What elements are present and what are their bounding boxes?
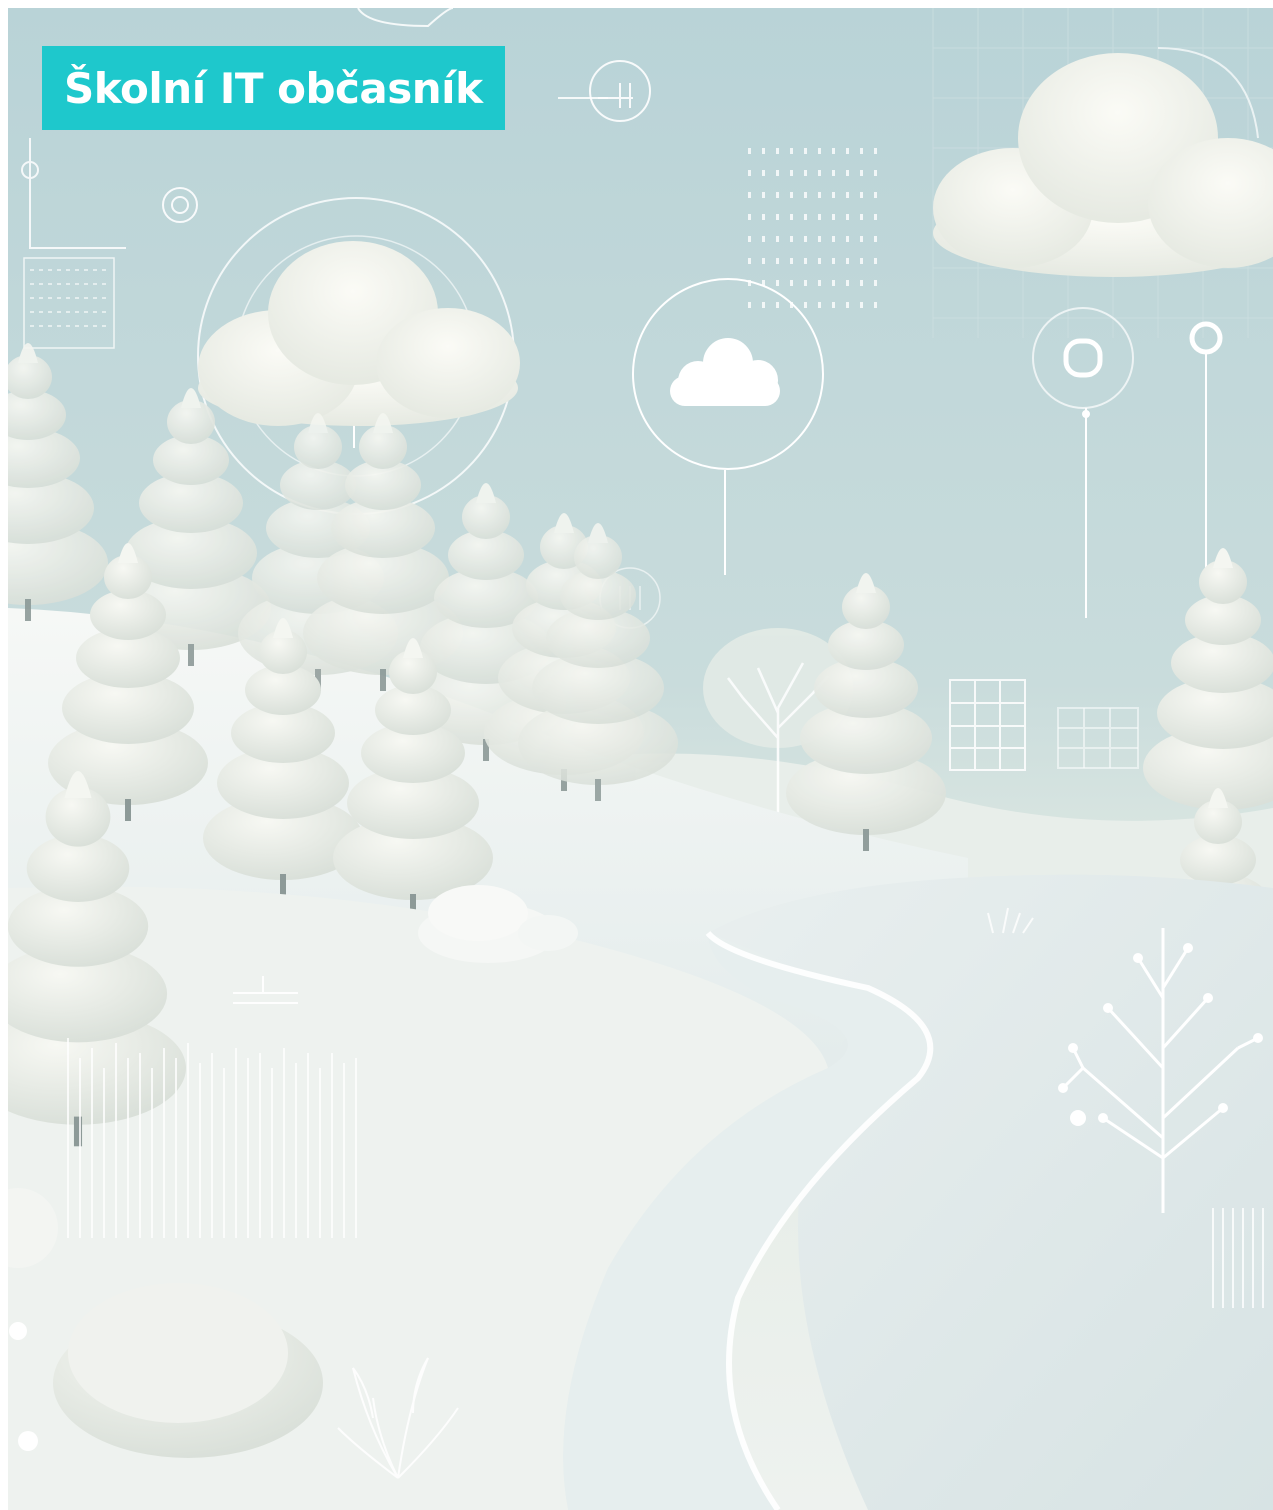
- newsletter-title-badge: Školní IT občasník: [42, 46, 505, 130]
- winter-tech-illustration: [8, 8, 1273, 1510]
- poster-frame: Školní IT občasník: [8, 8, 1273, 1510]
